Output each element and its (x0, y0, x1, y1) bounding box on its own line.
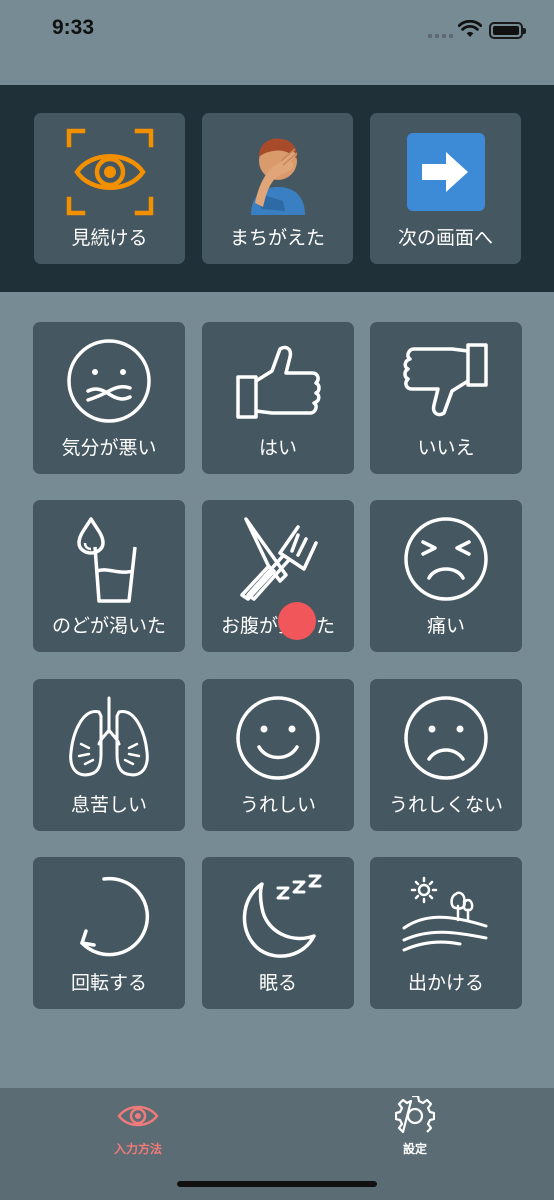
sleep-moon-icon (202, 865, 354, 967)
tab-label: 入力方法 (113, 1142, 162, 1156)
tile-label: のどが渇いた (51, 615, 166, 637)
eye-icon (78, 1094, 198, 1138)
tile-label: 次の画面へ (397, 227, 493, 249)
eye-focus-icon (34, 121, 185, 223)
tile-label: 眠る (258, 972, 297, 994)
sick-face-icon (33, 330, 185, 432)
next-screen-button[interactable]: 次の画面へ (370, 113, 521, 264)
pain-face-icon (370, 508, 522, 610)
tile-label: 痛い (426, 615, 465, 637)
thirsty-button[interactable]: のどが渇いた (33, 500, 185, 652)
battery-icon (489, 22, 526, 39)
tab-label: 設定 (402, 1142, 427, 1156)
tab-input-method[interactable]: 入力方法 (78, 1094, 198, 1160)
thumbs-down-icon (370, 330, 522, 432)
tab-settings[interactable]: 設定 (355, 1094, 475, 1160)
thumbs-up-icon (202, 330, 354, 432)
water-glass-icon (33, 508, 185, 610)
tile-label: うれしい (239, 794, 316, 816)
status-bar: 9:33 (0, 0, 554, 60)
cellular-signal-icon (428, 34, 453, 38)
hungry-button[interactable]: お腹が空いた (202, 500, 354, 652)
rotate-icon (33, 865, 185, 967)
sleep-button[interactable]: 眠る (202, 857, 354, 1009)
pain-button[interactable]: 痛い (370, 500, 522, 652)
fork-knife-icon (202, 508, 354, 610)
tile-label: 気分が悪い (61, 437, 157, 459)
wifi-icon (458, 20, 482, 37)
tile-label: いいえ (417, 437, 475, 459)
tile-label: 見続ける (71, 227, 148, 249)
gear-icon (355, 1094, 475, 1138)
tile-label: 出かける (407, 972, 484, 994)
tile-label: まちがえた (229, 227, 325, 249)
outing-landscape-icon (370, 865, 522, 967)
breathless-button[interactable]: 息苦しい (33, 679, 185, 831)
tile-label: はい (258, 437, 297, 459)
arrow-right-icon (370, 121, 521, 223)
yes-button[interactable]: はい (202, 322, 354, 474)
sad-face-icon (370, 687, 522, 789)
home-indicator (177, 1181, 377, 1187)
lungs-icon (33, 687, 185, 789)
keep-watching-button[interactable]: 見続ける (34, 113, 185, 264)
top-action-band: 見続ける まちがえた 次の画面へ (0, 85, 554, 292)
not-happy-button[interactable]: うれしくない (370, 679, 522, 831)
tile-label: 息苦しい (70, 794, 147, 816)
mistake-button[interactable]: まちがえた (202, 113, 353, 264)
facepalm-icon (202, 121, 353, 223)
tile-label: 回転する (70, 972, 147, 994)
smile-face-icon (202, 687, 354, 789)
touch-indicator (278, 602, 316, 640)
go-out-button[interactable]: 出かける (370, 857, 522, 1009)
rotate-button[interactable]: 回転する (33, 857, 185, 1009)
feel-sick-button[interactable]: 気分が悪い (33, 322, 185, 474)
no-button[interactable]: いいえ (370, 322, 522, 474)
status-time: 9:33 (52, 16, 95, 39)
tile-label: うれしくない (388, 794, 503, 816)
happy-button[interactable]: うれしい (202, 679, 354, 831)
